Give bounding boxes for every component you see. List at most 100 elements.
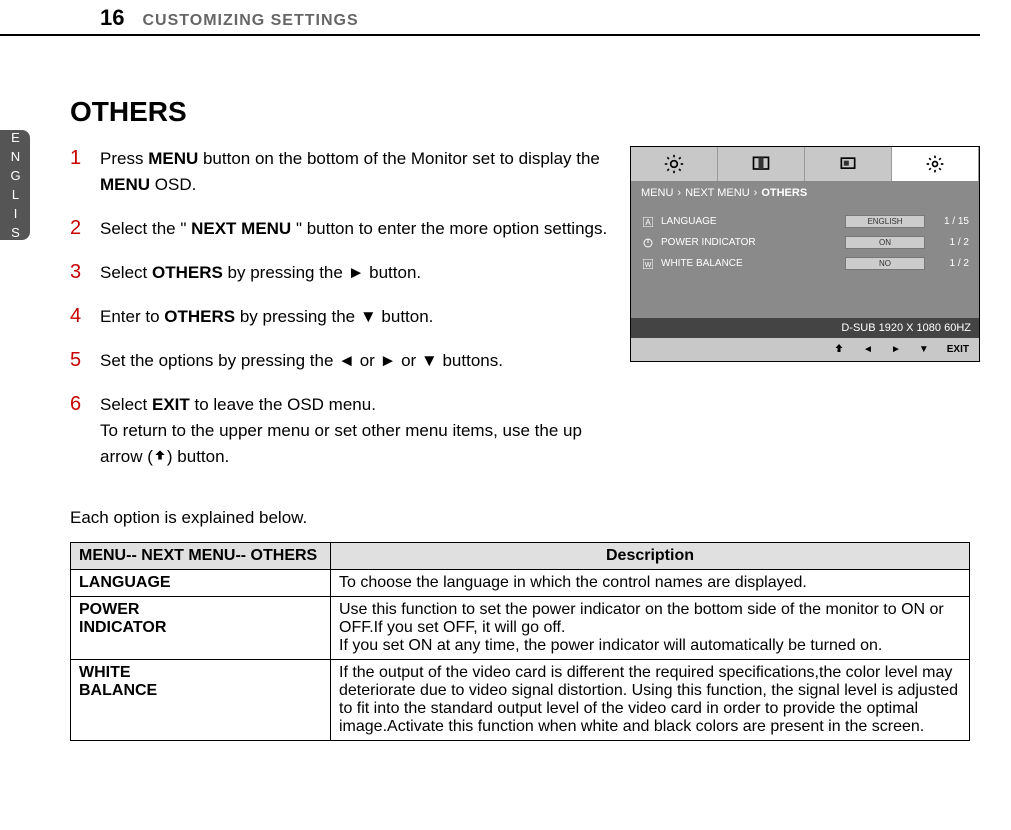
table-label: POWER INDICATOR (71, 597, 331, 660)
table-row: POWER INDICATOR Use this function to set… (71, 597, 970, 660)
osd-tab-picture[interactable] (718, 147, 805, 181)
osd-row-language[interactable]: A LANGUAGE ENGLISH 1 / 15 (641, 215, 969, 228)
osd-up-button[interactable] (833, 342, 845, 357)
step-4: 4 Enter to OTHERS by pressing the ▼ butt… (70, 304, 610, 330)
osd-left-button[interactable]: ◄ (863, 344, 873, 355)
up-arrow-icon (833, 342, 845, 354)
osd-row-white-balance[interactable]: W WHITE BALANCE NO 1 / 2 (641, 257, 969, 270)
table-row: WHITE BALANCE If the output of the video… (71, 660, 970, 741)
up-arrow-icon (153, 448, 167, 462)
osd-exit-button[interactable]: EXIT (947, 344, 969, 355)
osd-counter: 1 / 2 (925, 258, 969, 269)
language-icon: A (641, 217, 655, 227)
step-2: 2 Select the " NEXT MENU " button to ent… (70, 216, 610, 242)
step-text: Select the " NEXT MENU " button to enter… (100, 216, 607, 242)
text: by pressing the (223, 263, 348, 282)
osd-tab-screen[interactable] (805, 147, 892, 181)
step-text: Select OTHERS by pressing the ► button. (100, 260, 421, 286)
step-text: Select EXIT to leave the OSD menu. To re… (100, 392, 610, 470)
text: Select (100, 263, 152, 282)
osd-right-button[interactable]: ► (891, 344, 901, 355)
step-text: Enter to OTHERS by pressing the ▼ button… (100, 304, 433, 330)
table-label: LANGUAGE (71, 570, 331, 597)
language-side-tab: ENGLISH (0, 130, 30, 240)
text: Select the " (100, 219, 191, 238)
breadcrumb-menu: MENU (641, 187, 673, 199)
table-row: LANGUAGE To choose the language in which… (71, 570, 970, 597)
text: Enter to (100, 307, 164, 326)
text: ) button. (167, 447, 229, 466)
step-number: 3 (70, 260, 92, 284)
osd-panel: MENU›NEXT MENU›OTHERS A LANGUAGE ENGLISH… (630, 146, 980, 362)
osd-down-button[interactable]: ▼ (919, 344, 929, 355)
step-6: 6 Select EXIT to leave the OSD menu. To … (70, 392, 610, 470)
osd-tab-others[interactable] (892, 147, 979, 181)
table-head-description: Description (331, 543, 970, 570)
table-description: To choose the language in which the cont… (331, 570, 970, 597)
step-5: 5 Set the options by pressing the ◄ or ►… (70, 348, 610, 374)
text: OSD. (150, 175, 196, 194)
breadcrumb-others: OTHERS (761, 187, 807, 199)
text: Press (100, 149, 148, 168)
step-number: 2 (70, 216, 92, 240)
picture-icon (751, 154, 771, 174)
step-number: 4 (70, 304, 92, 328)
white-balance-icon: W (641, 259, 655, 269)
osd-tab-brightness[interactable] (631, 147, 718, 181)
step-text: Press MENU button on the bottom of the M… (100, 146, 610, 198)
text: by pressing the (235, 307, 360, 326)
osd-row-power-indicator[interactable]: POWER INDICATOR ON 1 / 2 (641, 236, 969, 249)
osd-label: POWER INDICATOR (655, 237, 845, 248)
screen-icon (838, 154, 858, 174)
content: OTHERS 1 Press MENU button on the bottom… (70, 96, 990, 741)
osd-settings-list: A LANGUAGE ENGLISH 1 / 15 POWER INDICATO… (631, 205, 979, 318)
menu-bold: MENU (148, 149, 198, 168)
breadcrumb-next-menu: NEXT MENU (685, 187, 750, 199)
text: button. (377, 307, 434, 326)
text: button on the bottom of the Monitor set … (198, 149, 600, 168)
osd-counter: 1 / 2 (925, 237, 969, 248)
gear-icon (925, 154, 945, 174)
subtext: Each option is explained below. (70, 508, 990, 528)
step-number: 1 (70, 146, 92, 170)
osd-tab-bar (631, 147, 979, 181)
table-description: If the output of the video card is diffe… (331, 660, 970, 741)
step-3: 3 Select OTHERS by pressing the ► button… (70, 260, 610, 286)
osd-counter: 1 / 15 (925, 216, 969, 227)
steps-list: 1 Press MENU button on the bottom of the… (70, 146, 610, 470)
exit-bold: EXIT (152, 395, 190, 414)
svg-text:A: A (645, 218, 651, 227)
osd-label: LANGUAGE (655, 216, 845, 227)
text: Select (100, 395, 152, 414)
page-number: 16 (100, 5, 124, 31)
menu-bold: MENU (100, 175, 150, 194)
osd-value: ON (845, 236, 925, 249)
brightness-icon (664, 154, 684, 174)
page-header: 16 CUSTOMIZING SETTINGS (0, 0, 980, 36)
next-menu-bold: NEXT MENU (191, 219, 291, 238)
step-text: Set the options by pressing the ◄ or ► o… (100, 348, 503, 374)
text: to leave the OSD menu. (190, 395, 376, 414)
text: " button to enter the more option settin… (291, 219, 607, 238)
page-header-title: CUSTOMIZING SETTINGS (142, 12, 358, 30)
others-bold: OTHERS (164, 307, 235, 326)
text: button. (364, 263, 421, 282)
table-label: WHITE BALANCE (71, 660, 331, 741)
power-icon (641, 238, 655, 248)
osd-status-bar: D-SUB 1920 X 1080 60HZ (631, 318, 979, 338)
step-number: 5 (70, 348, 92, 372)
description-table: MENU-- NEXT MENU-- OTHERS Description LA… (70, 542, 970, 741)
step-number: 6 (70, 392, 92, 416)
osd-breadcrumb: MENU›NEXT MENU›OTHERS (631, 181, 979, 205)
step-1: 1 Press MENU button on the bottom of the… (70, 146, 610, 198)
down-arrow-glyph: ▼ (360, 307, 377, 326)
section-title: OTHERS (70, 96, 990, 128)
others-bold: OTHERS (152, 263, 223, 282)
svg-text:W: W (645, 262, 652, 269)
table-description: Use this function to set the power indic… (331, 597, 970, 660)
osd-footer: ◄ ► ▼ EXIT (631, 338, 979, 361)
osd-label: WHITE BALANCE (655, 258, 845, 269)
table-head-left: MENU-- NEXT MENU-- OTHERS (71, 543, 331, 570)
osd-value: NO (845, 257, 925, 270)
osd-value: ENGLISH (845, 215, 925, 228)
